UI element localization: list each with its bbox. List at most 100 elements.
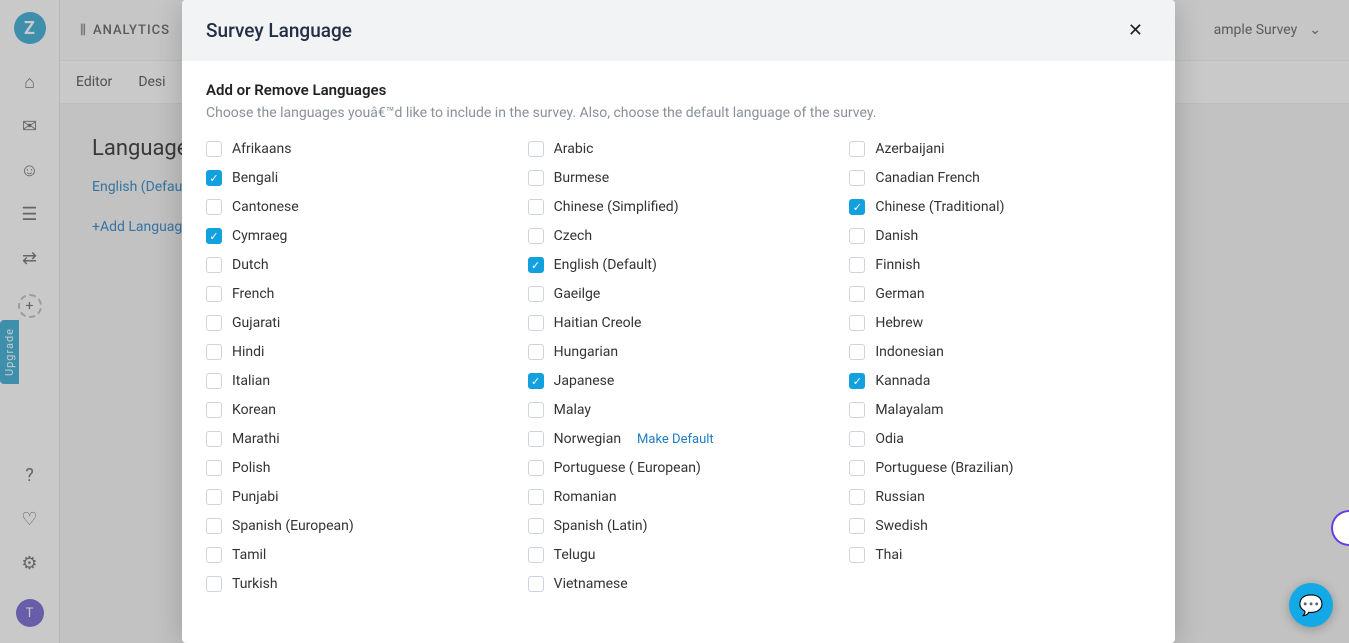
language-grid: AfrikaansArabicAzerbaijaniBengaliBurmese… xyxy=(206,141,1151,592)
language-checkbox[interactable] xyxy=(528,547,544,563)
language-item: Italian xyxy=(206,373,508,389)
make-default-link[interactable]: Make Default xyxy=(637,432,714,447)
modal-description: Choose the languages youâ€™d like to inc… xyxy=(206,105,1151,121)
language-label: Punjabi xyxy=(232,489,279,505)
language-item: Finnish xyxy=(849,257,1151,273)
language-label: Hungarian xyxy=(554,344,618,360)
language-checkbox[interactable] xyxy=(528,489,544,505)
language-item: Romanian xyxy=(528,489,830,505)
language-checkbox[interactable] xyxy=(206,460,222,476)
language-checkbox[interactable] xyxy=(528,286,544,302)
language-label: Russian xyxy=(875,489,925,505)
close-icon[interactable]: ✕ xyxy=(1120,16,1151,45)
language-checkbox[interactable] xyxy=(849,257,865,273)
language-checkbox[interactable] xyxy=(206,170,222,186)
language-item: Dutch xyxy=(206,257,508,273)
language-label: Romanian xyxy=(554,489,617,505)
language-checkbox[interactable] xyxy=(849,373,865,389)
language-checkbox[interactable] xyxy=(206,402,222,418)
language-item: Tamil xyxy=(206,547,508,563)
modal-body: Add or Remove Languages Choose the langu… xyxy=(182,61,1175,643)
chat-bubble-icon[interactable]: 💬 xyxy=(1289,583,1333,627)
language-checkbox[interactable] xyxy=(849,315,865,331)
language-checkbox[interactable] xyxy=(528,141,544,157)
language-item: Afrikaans xyxy=(206,141,508,157)
language-checkbox[interactable] xyxy=(528,460,544,476)
language-checkbox[interactable] xyxy=(528,518,544,534)
language-checkbox[interactable] xyxy=(849,170,865,186)
language-label: Spanish (European) xyxy=(232,518,354,534)
language-checkbox[interactable] xyxy=(206,518,222,534)
language-item: Burmese xyxy=(528,170,830,186)
language-label: Canadian French xyxy=(875,170,980,186)
language-item: Turkish xyxy=(206,576,508,592)
language-item: Kannada xyxy=(849,373,1151,389)
language-checkbox[interactable] xyxy=(849,518,865,534)
language-label: Norwegian xyxy=(554,431,621,447)
language-checkbox[interactable] xyxy=(528,576,544,592)
language-checkbox[interactable] xyxy=(206,315,222,331)
language-checkbox[interactable] xyxy=(528,170,544,186)
language-item: Chinese (Traditional) xyxy=(849,199,1151,215)
language-item: English (Default) xyxy=(528,257,830,273)
language-label: German xyxy=(875,286,924,302)
language-checkbox[interactable] xyxy=(849,199,865,215)
language-checkbox[interactable] xyxy=(206,373,222,389)
language-checkbox[interactable] xyxy=(206,257,222,273)
language-checkbox[interactable] xyxy=(528,199,544,215)
language-item: Cymraeg xyxy=(206,228,508,244)
language-checkbox[interactable] xyxy=(849,228,865,244)
language-checkbox[interactable] xyxy=(206,228,222,244)
language-checkbox[interactable] xyxy=(528,344,544,360)
language-checkbox[interactable] xyxy=(528,402,544,418)
language-checkbox[interactable] xyxy=(528,257,544,273)
language-item: Canadian French xyxy=(849,170,1151,186)
language-checkbox[interactable] xyxy=(849,431,865,447)
language-checkbox[interactable] xyxy=(206,489,222,505)
language-checkbox[interactable] xyxy=(206,286,222,302)
language-item: Gujarati xyxy=(206,315,508,331)
language-label: English (Default) xyxy=(554,257,657,273)
language-item: Vietnamese xyxy=(528,576,830,592)
language-checkbox[interactable] xyxy=(206,141,222,157)
language-checkbox[interactable] xyxy=(206,199,222,215)
language-checkbox[interactable] xyxy=(849,489,865,505)
language-item: Polish xyxy=(206,460,508,476)
language-item: Haitian Creole xyxy=(528,315,830,331)
language-checkbox[interactable] xyxy=(528,228,544,244)
language-checkbox[interactable] xyxy=(206,576,222,592)
language-checkbox[interactable] xyxy=(849,547,865,563)
language-item: Odia xyxy=(849,431,1151,447)
language-item: Russian xyxy=(849,489,1151,505)
language-item: Hindi xyxy=(206,344,508,360)
language-label: French xyxy=(232,286,274,302)
language-checkbox[interactable] xyxy=(206,547,222,563)
language-checkbox[interactable] xyxy=(849,402,865,418)
language-item: Malay xyxy=(528,402,830,418)
language-checkbox[interactable] xyxy=(849,141,865,157)
language-checkbox[interactable] xyxy=(849,286,865,302)
language-item: Marathi xyxy=(206,431,508,447)
language-label: Italian xyxy=(232,373,270,389)
language-label: Dutch xyxy=(232,257,269,273)
language-label: Cymraeg xyxy=(232,228,287,244)
language-item: French xyxy=(206,286,508,302)
language-checkbox[interactable] xyxy=(528,373,544,389)
language-item: Punjabi xyxy=(206,489,508,505)
language-checkbox[interactable] xyxy=(528,315,544,331)
language-label: Marathi xyxy=(232,431,280,447)
modal-title: Survey Language xyxy=(206,19,352,42)
language-checkbox[interactable] xyxy=(206,431,222,447)
language-item: Portuguese (Brazilian) xyxy=(849,460,1151,476)
language-label: Czech xyxy=(554,228,592,244)
language-item: Telugu xyxy=(528,547,830,563)
language-checkbox[interactable] xyxy=(206,344,222,360)
language-label: Portuguese (Brazilian) xyxy=(875,460,1013,476)
language-checkbox[interactable] xyxy=(849,460,865,476)
language-label: Portuguese ( European) xyxy=(554,460,701,476)
language-label: Finnish xyxy=(875,257,920,273)
language-label: Indonesian xyxy=(875,344,944,360)
language-label: Chinese (Traditional) xyxy=(875,199,1004,215)
language-checkbox[interactable] xyxy=(849,344,865,360)
language-checkbox[interactable] xyxy=(528,431,544,447)
